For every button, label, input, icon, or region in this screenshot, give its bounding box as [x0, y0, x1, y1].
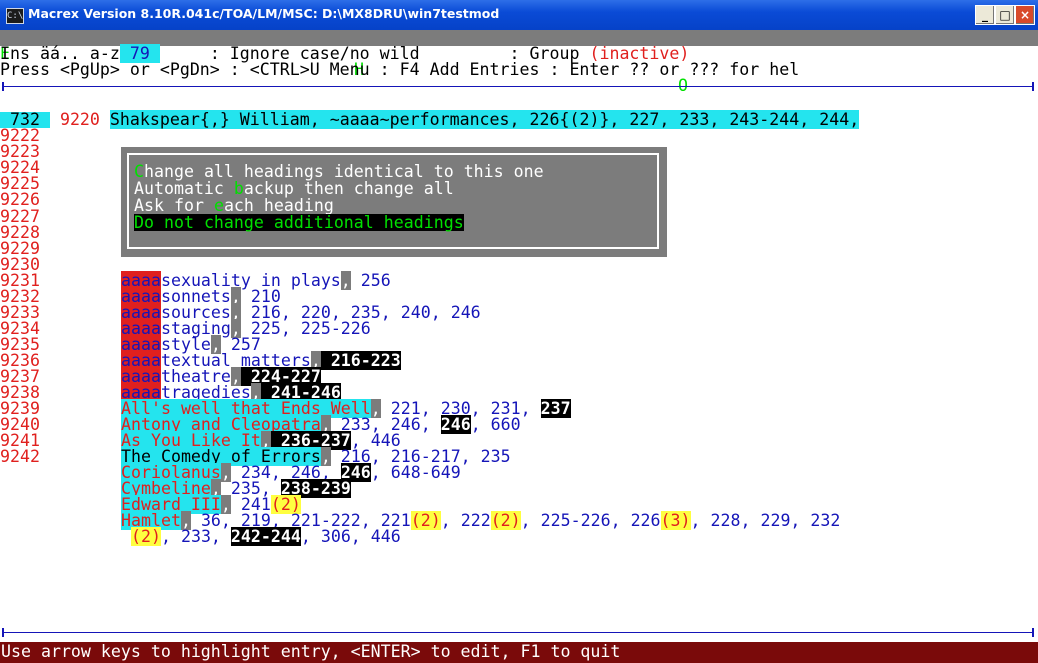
- row-number: 9226: [0, 190, 40, 209]
- change-headings-popup: Change all headings identical to this on…: [121, 147, 667, 257]
- rule-tick-left: [2, 82, 4, 91]
- console-area: Edit Help Options Ins äá.. a-z 79 : Igno…: [0, 30, 1038, 663]
- rule-tick-right-bottom: [1032, 628, 1034, 637]
- option-change-all[interactable]: Change all headings identical to this on…: [134, 163, 544, 180]
- current-entry[interactable]: 9220 Shakspear{,} William, ~aaaa~perform…: [0, 96, 1038, 129]
- rule-tick-left-bottom: [2, 628, 4, 637]
- help-line: Press <PgUp> or <PgDn> : <CTRL>U Menu : …: [0, 60, 800, 79]
- popup-frame: Change all headings identical to this on…: [127, 153, 659, 249]
- title-bar[interactable]: C:\ Macrex Version 8.10R.041c/TOA/LM/MSC…: [0, 0, 1038, 30]
- window-title: Macrex Version 8.10R.041c/TOA/LM/MSC: D:…: [28, 6, 500, 21]
- bottom-rule: [2, 632, 1034, 633]
- top-rule: [2, 86, 1034, 87]
- entry-9242-cont: (2), 233, 242-244, 306, 446: [131, 527, 401, 546]
- row-number: 9242: [0, 447, 40, 466]
- option-do-not-change[interactable]: Do not change additional headings: [134, 214, 464, 231]
- minimize-button[interactable]: _: [975, 5, 995, 25]
- maximize-button[interactable]: □: [995, 5, 1015, 25]
- footer-status-bar: Use arrow keys to highlight entry, <ENTE…: [0, 642, 1038, 663]
- option-backup-change-all[interactable]: Automatic backup then change all: [134, 180, 454, 197]
- option-ask-each[interactable]: Ask for each heading: [134, 197, 334, 214]
- console-window: C:\ Macrex Version 8.10R.041c/TOA/LM/MSC…: [0, 0, 1038, 663]
- rule-tick-right: [1032, 82, 1034, 91]
- close-button[interactable]: ×: [1015, 5, 1035, 25]
- console-icon: C:\: [6, 8, 24, 24]
